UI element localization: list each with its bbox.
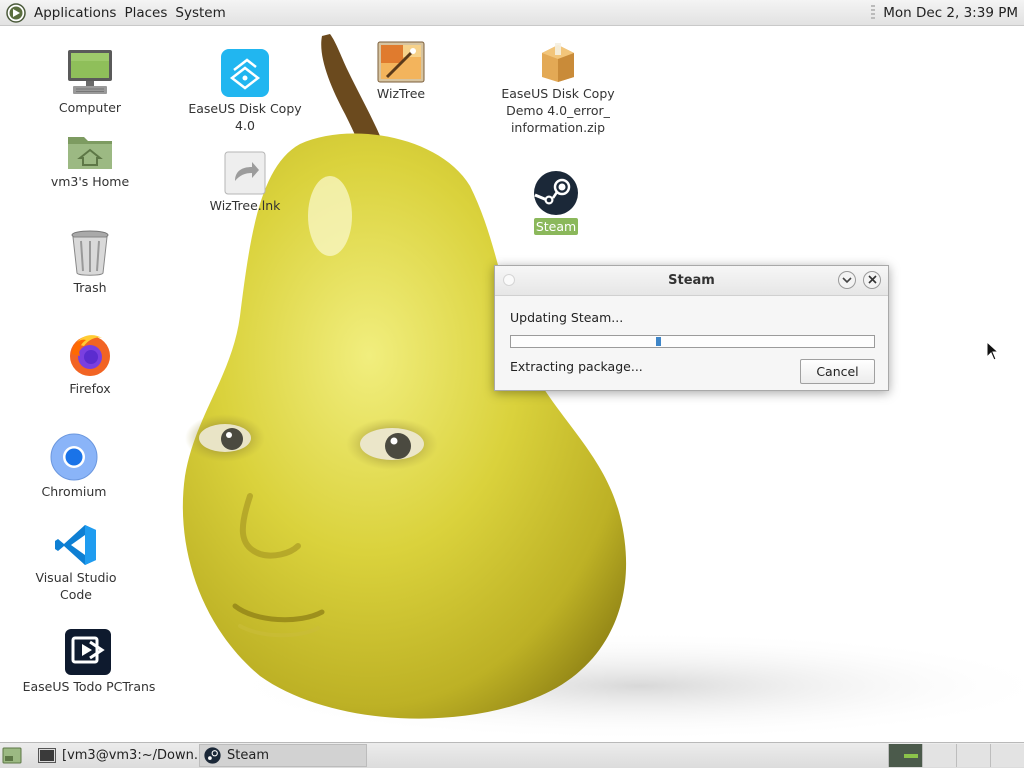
taskbar-item-label: [vm3@vm3:~/Down... [62, 748, 197, 763]
cancel-button[interactable]: Cancel [800, 359, 875, 384]
dialog-title: Steam [668, 273, 715, 288]
menu-system[interactable]: System [171, 5, 229, 21]
bottom-panel: [vm3@vm3:~/Down... Steam [0, 742, 1024, 768]
desktop-icon-label: Visual Studio Code [35, 570, 117, 602]
firefox-icon [70, 335, 110, 376]
desktop-icon-label: WizTree.lnk [209, 198, 281, 213]
steam-icon [534, 171, 578, 215]
desktop-icon-pctrans[interactable]: EaseUS Todo PCTrans [17, 628, 161, 695]
wiztree-icon [377, 41, 425, 83]
panel-separator [871, 5, 876, 21]
desktop-icon-label: Steam [533, 218, 579, 235]
desktop-icon-label: EaseUS Todo PCTrans [22, 679, 156, 694]
clock[interactable]: Mon Dec 2, 3:39 PM [883, 5, 1018, 21]
workspace-1[interactable] [888, 744, 922, 767]
chromium-icon [50, 433, 98, 481]
menu-applications[interactable]: Applications [30, 5, 120, 21]
shortcut-file-icon [224, 151, 266, 195]
computer-icon [68, 50, 112, 94]
close-button[interactable] [863, 271, 881, 289]
terminal-icon [38, 748, 56, 763]
home-folder-icon [68, 137, 112, 169]
workspace-window-thumb [904, 754, 918, 758]
desktop-icon-wiztree[interactable]: WizTree [366, 41, 436, 102]
dialog-status-text: Updating Steam... [510, 310, 624, 325]
desktop-icon-label-line-2: Demo 4.0_error_ [506, 103, 610, 118]
desktop-icon-computer[interactable]: Computer [49, 47, 131, 116]
desktop-icon-label: WizTree [376, 86, 426, 101]
dialog-titlebar[interactable]: Steam [495, 266, 888, 296]
desktop-icon-wiztree-lnk[interactable]: WizTree.lnk [205, 151, 285, 214]
desktop-icon-vscode[interactable]: Visual Studio Code [17, 523, 135, 603]
desktop-icon-label-line-3: information.zip [510, 120, 606, 135]
trash-icon [71, 230, 109, 276]
desktop-icon-label: vm3's Home [50, 174, 130, 189]
desktop-icon-trash[interactable]: Trash [54, 229, 126, 296]
distro-logo-icon[interactable] [6, 2, 26, 23]
desktop-icon-label: Chromium [41, 484, 107, 499]
close-icon [867, 275, 877, 284]
show-desktop-icon[interactable] [2, 747, 22, 764]
vscode-icon [55, 525, 96, 565]
progress-bar [510, 335, 875, 348]
workspace-4[interactable] [990, 744, 1024, 767]
taskbar-item-label: Steam [227, 748, 269, 763]
steam-icon [204, 747, 221, 764]
desktop-icon-firefox[interactable]: Firefox [54, 330, 126, 397]
workspace-3[interactable] [956, 744, 990, 767]
desktop-icon-label: Firefox [69, 381, 111, 396]
mouse-pointer-icon [986, 341, 1000, 361]
desktop-icon-label: EaseUS Disk Copy 4.0 [188, 101, 302, 133]
archive-box-icon [542, 43, 574, 82]
panel-right-area: Mon Dec 2, 3:39 PM [871, 0, 1018, 26]
taskbar-item-terminal[interactable]: [vm3@vm3:~/Down... [34, 744, 197, 767]
desktop-icon-chromium[interactable]: Chromium [34, 433, 114, 500]
easeus-disk-copy-icon [221, 49, 269, 97]
desktop-icon-steam[interactable]: Steam [526, 170, 586, 235]
desktop-icon-label: Trash [73, 280, 107, 295]
chevron-down-icon [842, 277, 852, 284]
workspace-2[interactable] [922, 744, 956, 767]
progress-indicator [656, 337, 661, 346]
desktop-icon-home[interactable]: vm3's Home [45, 131, 135, 190]
dialog-substatus-text: Extracting package... [510, 359, 643, 374]
desktop-icon-error-zip[interactable]: EaseUS Disk Copy Demo 4.0_error_ informa… [497, 41, 619, 136]
desktop-icon-label-line-1: EaseUS Disk Copy [501, 86, 615, 101]
easeus-pctrans-icon [65, 629, 111, 675]
desktop-icon-label: Computer [58, 100, 122, 115]
taskbar-item-steam[interactable]: Steam [199, 744, 367, 767]
desktop-icon-disk-copy[interactable]: EaseUS Disk Copy 4.0 [175, 48, 315, 134]
top-panel: Applications Places System Mon Dec 2, 3:… [0, 0, 1024, 26]
steam-update-dialog: Steam Updating Steam... Extracting packa… [494, 265, 889, 391]
menu-places[interactable]: Places [120, 5, 171, 21]
minimize-button[interactable] [838, 271, 856, 289]
